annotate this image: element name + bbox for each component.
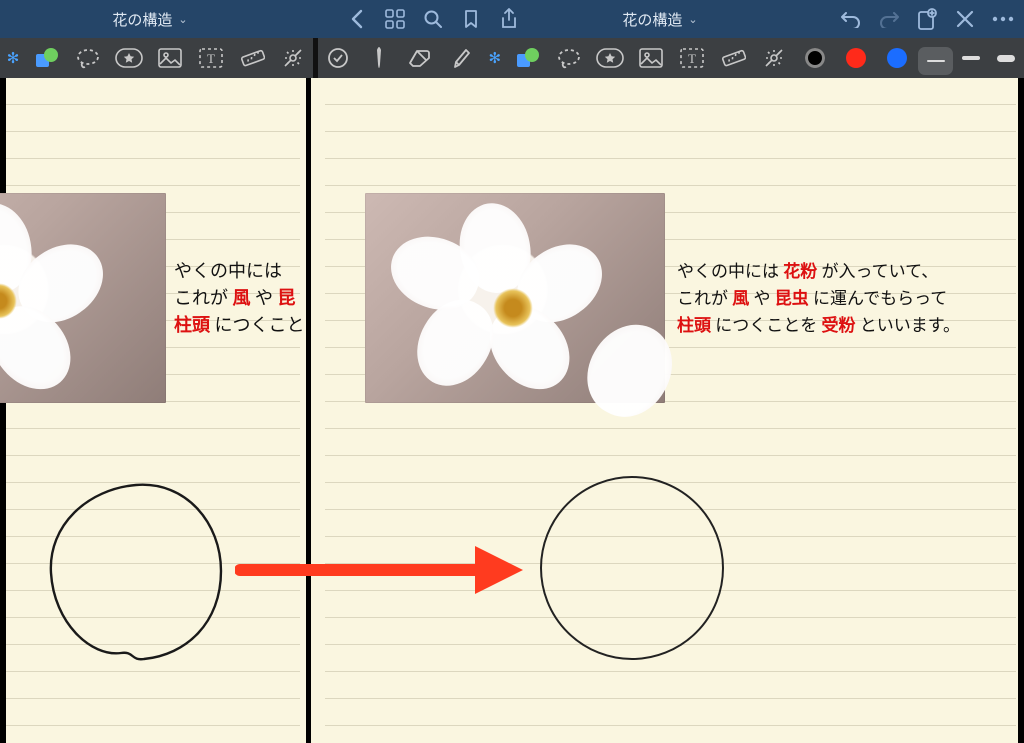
- close-button[interactable]: [946, 0, 984, 38]
- flower-photo-right: [365, 193, 665, 403]
- bluetooth-icon-2[interactable]: ✻: [482, 38, 508, 78]
- doc-title-left[interactable]: 花の構造 ⌄: [0, 9, 300, 30]
- bluetooth-icon[interactable]: ✻: [0, 38, 26, 78]
- shape-tool-2[interactable]: [508, 38, 549, 78]
- pen-tool[interactable]: [359, 38, 400, 78]
- new-page-button[interactable]: [908, 0, 946, 38]
- eraser-tool[interactable]: [400, 38, 441, 78]
- flower-photo-left: [0, 193, 166, 403]
- stroke-width-1[interactable]: [918, 47, 953, 75]
- chevron-down-icon: ⌄: [688, 13, 697, 26]
- color-blue[interactable]: [877, 38, 918, 78]
- close-tool-panel[interactable]: [318, 38, 359, 78]
- favorites-tool[interactable]: [108, 38, 149, 78]
- sketch-circle-clean: [540, 476, 724, 660]
- doc-title-right[interactable]: 花の構造 ⌄: [490, 9, 830, 30]
- ruler-tool-2[interactable]: [713, 38, 754, 78]
- chevron-down-icon: ⌄: [178, 13, 187, 26]
- svg-text:T: T: [207, 51, 215, 66]
- toolbar: ✻ T ✻ T: [0, 38, 1024, 78]
- sketch-circle-rough: [36, 473, 236, 673]
- search-icon[interactable]: [414, 0, 452, 38]
- laser-tool-2[interactable]: [754, 38, 795, 78]
- hand-note-left: やくの中には これが 風 や 昆 柱頭 につくこと: [174, 258, 305, 339]
- svg-text:T: T: [688, 51, 696, 66]
- highlighter-tool[interactable]: [441, 38, 482, 78]
- lasso-tool-2[interactable]: [549, 38, 590, 78]
- image-tool[interactable]: [149, 38, 190, 78]
- doc-title-right-text: 花の構造: [622, 9, 682, 30]
- grid-icon[interactable]: [376, 0, 414, 38]
- nav-end-group: [832, 0, 1022, 38]
- more-icon[interactable]: [984, 0, 1022, 38]
- text-tool[interactable]: T: [190, 38, 231, 78]
- lasso-tool[interactable]: [67, 38, 108, 78]
- hand-note-right: やくの中には 花粉 が入っていて、 これが 風 や 昆虫 に運んでもらって 柱頭…: [677, 258, 960, 339]
- doc-title-left-text: 花の構造: [112, 9, 172, 30]
- laser-tool[interactable]: [272, 38, 313, 78]
- annotation-arrow: [235, 540, 525, 600]
- note-pane-right[interactable]: やくの中には 花粉 が入っていて、 これが 風 や 昆虫 に運んでもらって 柱頭…: [311, 78, 1024, 743]
- redo-button[interactable]: [870, 0, 908, 38]
- text-tool-2[interactable]: T: [672, 38, 713, 78]
- note-pane-left[interactable]: やくの中には これが 風 や 昆 柱頭 につくこと: [0, 78, 311, 743]
- bookmark-icon[interactable]: [452, 0, 490, 38]
- image-tool-2[interactable]: [631, 38, 672, 78]
- shape-tool[interactable]: [26, 38, 67, 78]
- stroke-width-3[interactable]: [989, 38, 1024, 78]
- back-button[interactable]: [338, 0, 376, 38]
- stroke-width-2[interactable]: [953, 38, 988, 78]
- color-black[interactable]: [795, 38, 836, 78]
- paper-right: やくの中には 花粉 が入っていて、 これが 風 や 昆虫 に運んでもらって 柱頭…: [325, 78, 1016, 743]
- undo-button[interactable]: [832, 0, 870, 38]
- page-edge: [1018, 78, 1024, 743]
- favorites-tool-2[interactable]: [590, 38, 631, 78]
- ruler-tool[interactable]: [231, 38, 272, 78]
- navbar: 花の構造 ⌄ 花の構造 ⌄: [0, 0, 1024, 38]
- color-red[interactable]: [836, 38, 877, 78]
- paper-left: やくの中には これが 風 や 昆 柱頭 につくこと: [6, 78, 300, 743]
